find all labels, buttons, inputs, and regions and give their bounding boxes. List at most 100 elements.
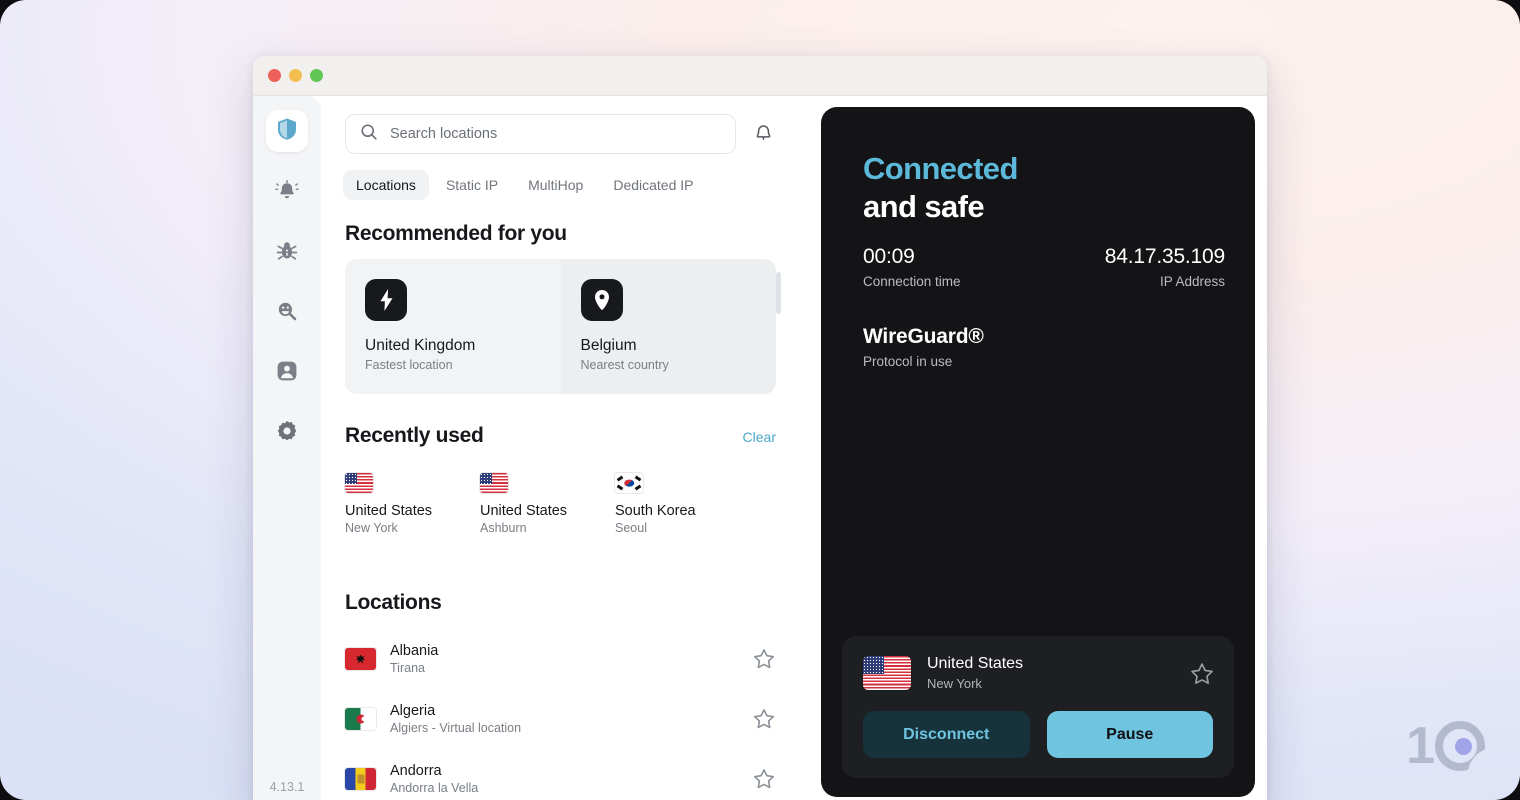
page-corner-top-right xyxy=(1494,0,1520,26)
gear-icon xyxy=(275,419,299,448)
tab-dedicated-ip[interactable]: Dedicated IP xyxy=(600,170,706,200)
search-icon xyxy=(360,123,378,146)
connection-card-buttons: Disconnect Pause xyxy=(863,711,1213,758)
disconnect-button[interactable]: Disconnect xyxy=(863,711,1030,758)
sidebar-item-settings[interactable] xyxy=(266,412,308,454)
tab-static-ip[interactable]: Static IP xyxy=(433,170,511,200)
sidebar-item-dark-web-monitor[interactable] xyxy=(266,292,308,334)
maximize-window-button[interactable] xyxy=(310,69,323,82)
connection-time-label: Connection time xyxy=(863,274,961,289)
page-corner-bottom-left xyxy=(0,774,26,800)
connection-card: United States New York Disconnect Pause xyxy=(842,636,1234,778)
notifications-button[interactable] xyxy=(750,121,776,147)
recent-item-country: United States xyxy=(480,503,615,519)
recent-item[interactable]: South Korea Seoul xyxy=(615,473,750,535)
favorite-star-icon[interactable] xyxy=(752,767,776,791)
recommended-title: Recommended for you xyxy=(345,222,776,246)
recommended-card-name: Belgium xyxy=(581,337,757,355)
status-panel: Connected and safe 00:09 Connection time… xyxy=(800,96,1267,800)
flag-us-icon xyxy=(863,656,911,690)
person-icon xyxy=(275,359,299,388)
recent-item[interactable]: United States Ashburn xyxy=(480,473,615,535)
location-city: Tirana xyxy=(390,661,738,675)
minimize-window-button[interactable] xyxy=(289,69,302,82)
sidebar-item-identity[interactable] xyxy=(266,352,308,394)
table-row[interactable]: Algeria Algiers - Virtual location xyxy=(321,689,800,749)
flag-kr-icon xyxy=(615,473,643,493)
connection-time-value: 00:09 xyxy=(863,245,961,269)
connection-card-top: United States New York xyxy=(863,655,1213,691)
locations-tabs: Locations Static IP MultiHop Dedicated I… xyxy=(321,154,800,200)
app-version: 4.13.1 xyxy=(253,780,321,794)
recommended-card-fastest[interactable]: United Kingdom Fastest location xyxy=(345,259,561,394)
flag-dz-icon xyxy=(345,708,376,730)
app-window: 4.13.1 Search locations xyxy=(253,56,1267,800)
flag-us-icon xyxy=(345,473,373,493)
recent-item-country: South Korea xyxy=(615,503,750,519)
ip-address-stat: 84.17.35.109 IP Address xyxy=(1105,245,1225,289)
protocol-value: WireGuard® xyxy=(863,325,984,349)
flag-us-icon xyxy=(480,473,508,493)
status-headline-line2: and safe xyxy=(863,189,984,224)
connected-city: New York xyxy=(927,676,1173,691)
pause-button[interactable]: Pause xyxy=(1047,711,1214,758)
connected-country: United States xyxy=(927,655,1173,673)
locations-panel: Search locations Locations Static IP Mul… xyxy=(321,96,800,800)
locations-title: Locations xyxy=(345,591,776,615)
recently-used-list: United States New York United States Ash… xyxy=(321,448,800,535)
table-row[interactable]: Andorra Andorra la Vella xyxy=(321,749,800,800)
sidebar-rail: 4.13.1 xyxy=(253,96,321,800)
tab-locations[interactable]: Locations xyxy=(343,170,429,200)
recently-used-title: Recently used xyxy=(345,424,484,448)
window-titlebar xyxy=(253,56,1267,96)
protocol-stat: WireGuard® Protocol in use xyxy=(863,325,984,369)
clear-recent-button[interactable]: Clear xyxy=(743,429,776,445)
sidebar-item-vpn[interactable] xyxy=(266,110,308,152)
table-row[interactable]: Albania Tirana xyxy=(321,629,800,689)
recommended-card-sub: Nearest country xyxy=(581,358,757,372)
recommended-card-sub: Fastest location xyxy=(365,358,541,372)
bell-icon xyxy=(753,121,774,148)
search-placeholder: Search locations xyxy=(390,126,497,142)
status-headline: Connected and safe xyxy=(863,150,1018,226)
location-country: Andorra xyxy=(390,763,738,779)
location-country: Albania xyxy=(390,643,738,659)
protocol-label: Protocol in use xyxy=(863,354,984,369)
location-text: Algeria Algiers - Virtual location xyxy=(390,703,738,735)
page-corner-bottom-right xyxy=(1494,774,1520,800)
connection-card-text: United States New York xyxy=(927,655,1173,691)
recommended-header: Recommended for you xyxy=(321,200,800,246)
ip-address-value: 84.17.35.109 xyxy=(1105,245,1225,269)
favorite-star-icon[interactable] xyxy=(752,707,776,731)
recently-used-header: Recently used Clear xyxy=(321,394,800,448)
location-city: Andorra la Vella xyxy=(390,781,738,795)
recommended-card-name: United Kingdom xyxy=(365,337,541,355)
recent-item-city: Seoul xyxy=(615,521,750,535)
recent-item-city: New York xyxy=(345,521,480,535)
status-headline-line1: Connected xyxy=(863,151,1018,186)
search-input[interactable]: Search locations xyxy=(345,114,736,154)
flag-ad-icon xyxy=(345,768,376,790)
page-corner-top-left xyxy=(0,0,26,26)
sidebar-item-threat-alerts[interactable] xyxy=(266,172,308,214)
locations-list: Albania Tirana Algeria Algiers - Virtual… xyxy=(321,629,800,800)
favorite-star-icon[interactable] xyxy=(1189,661,1213,685)
recommended-card-nearest[interactable]: Belgium Nearest country xyxy=(561,259,777,394)
location-city: Algiers - Virtual location xyxy=(390,721,738,735)
locations-header: Locations xyxy=(321,535,800,615)
bolt-icon xyxy=(365,279,407,321)
status-panel-surface: Connected and safe 00:09 Connection time… xyxy=(821,107,1255,797)
alert-icon xyxy=(275,179,299,208)
locations-scrollbar[interactable] xyxy=(776,272,781,314)
location-text: Albania Tirana xyxy=(390,643,738,675)
watermark-digit: 1 xyxy=(1406,720,1433,772)
sidebar-item-threat-protection[interactable] xyxy=(266,232,308,274)
location-text: Andorra Andorra la Vella xyxy=(390,763,738,795)
recent-item[interactable]: United States New York xyxy=(345,473,480,535)
recommended-cards: United Kingdom Fastest location Belgium … xyxy=(345,259,776,394)
favorite-star-icon[interactable] xyxy=(752,647,776,671)
close-window-button[interactable] xyxy=(268,69,281,82)
tab-multihop[interactable]: MultiHop xyxy=(515,170,596,200)
search-row: Search locations xyxy=(321,114,800,154)
recent-item-country: United States xyxy=(345,503,480,519)
